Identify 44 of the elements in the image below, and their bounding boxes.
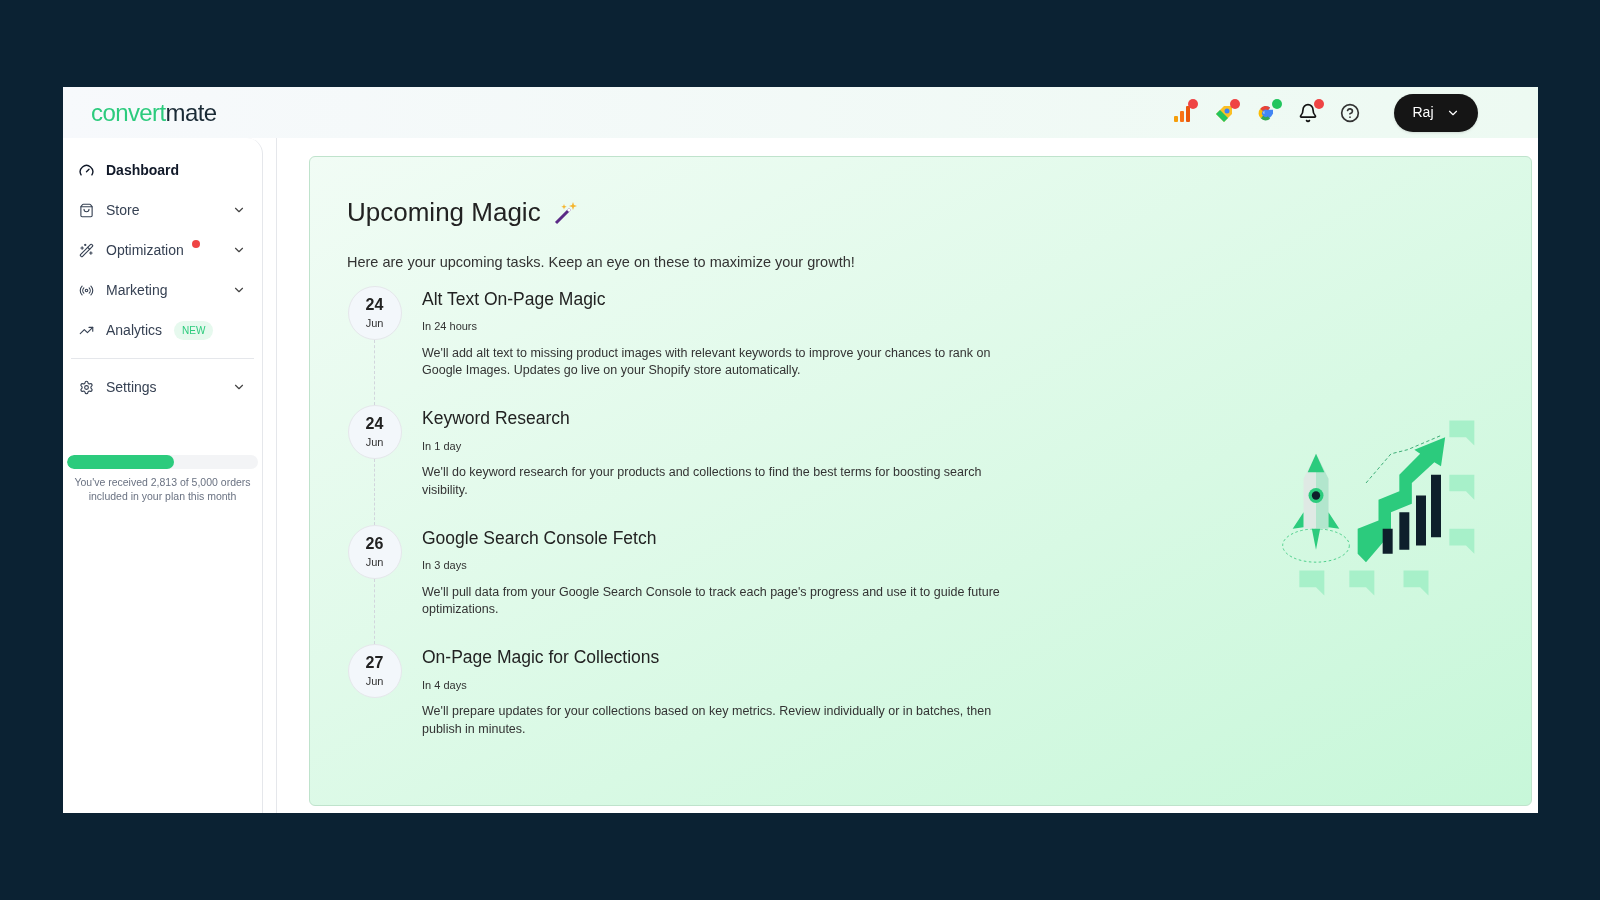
shopping-bag-icon — [79, 202, 94, 218]
task-due: In 24 hours — [422, 319, 479, 334]
task-title: On-Page Magic for Collections — [422, 646, 661, 670]
task-due: In 4 days — [422, 677, 468, 693]
sidebar-item[interactable]: Marketing — [67, 270, 258, 310]
sidebar-label: Dashboard — [106, 160, 180, 180]
task-title: Keyword Research — [422, 407, 571, 431]
bell-icon[interactable] — [1298, 102, 1318, 123]
logo-wordmark: convertmate — [91, 97, 217, 128]
task-due: In 3 days — [422, 558, 468, 573]
gauge-icon — [79, 162, 94, 178]
sidebar-label: Settings — [106, 377, 157, 397]
date-month: Jun — [365, 554, 384, 570]
section-subtitle: Here are your upcoming tasks. Keep an eye on these to maximize your growth! — [347, 253, 856, 272]
task-description: We'll do keyword research for your products and collections to find the best terms for boosting search visibility. — [422, 464, 983, 499]
task-description: We'll prepare updates for your collections based on key metrics. Review individually or in batches, then publish in minutes. — [422, 703, 993, 738]
date-day: 27 — [365, 653, 384, 673]
task-title: Google Search Console Fetch — [422, 526, 658, 550]
help-icon[interactable] — [1340, 102, 1360, 123]
date-day: 24 — [365, 294, 384, 315]
sidebar-item[interactable]: Settings — [67, 367, 258, 407]
sidebar-item[interactable]: Dashboard — [67, 150, 258, 190]
task-description: We'll pull data from your Google Search Console to track each page's progress and use it to guide future optimizations. — [422, 583, 1001, 618]
sidebar-item[interactable]: Optimization — [67, 230, 258, 270]
date-day: 24 — [365, 414, 384, 434]
date-day: 26 — [365, 533, 384, 554]
magic-wand-icon — [79, 242, 94, 258]
date-month: Jun — [365, 435, 384, 450]
task-title: Alt Text On-Page Magic — [422, 287, 607, 311]
section-title: Upcoming Magic — [347, 196, 541, 229]
sidebar-label: Store — [106, 200, 140, 220]
sidebar-item[interactable]: Analytics NEW — [67, 310, 258, 350]
settings-icon — [79, 379, 94, 395]
date-month: Jun — [365, 674, 384, 689]
new-badge: NEW — [174, 320, 214, 340]
sidebar-label: Marketing — [106, 280, 168, 300]
sidebar-item[interactable]: Store — [67, 190, 258, 230]
task-description: We'll add alt text to missing product images with relevant keywords to improve your chances to rank on Google Images. Updates go live on your Shopify store automatically. — [422, 344, 992, 379]
task-due: In 1 day — [422, 438, 463, 454]
date-month: Jun — [365, 315, 384, 331]
user-menu-button[interactable]: Raj — [1394, 93, 1478, 132]
sidebar-label: Analytics — [106, 320, 163, 340]
sidebar-label: Optimization — [106, 240, 184, 260]
usage-caption: You've received 2,813 of 5,000 orders included in your plan this month — [73, 475, 252, 503]
